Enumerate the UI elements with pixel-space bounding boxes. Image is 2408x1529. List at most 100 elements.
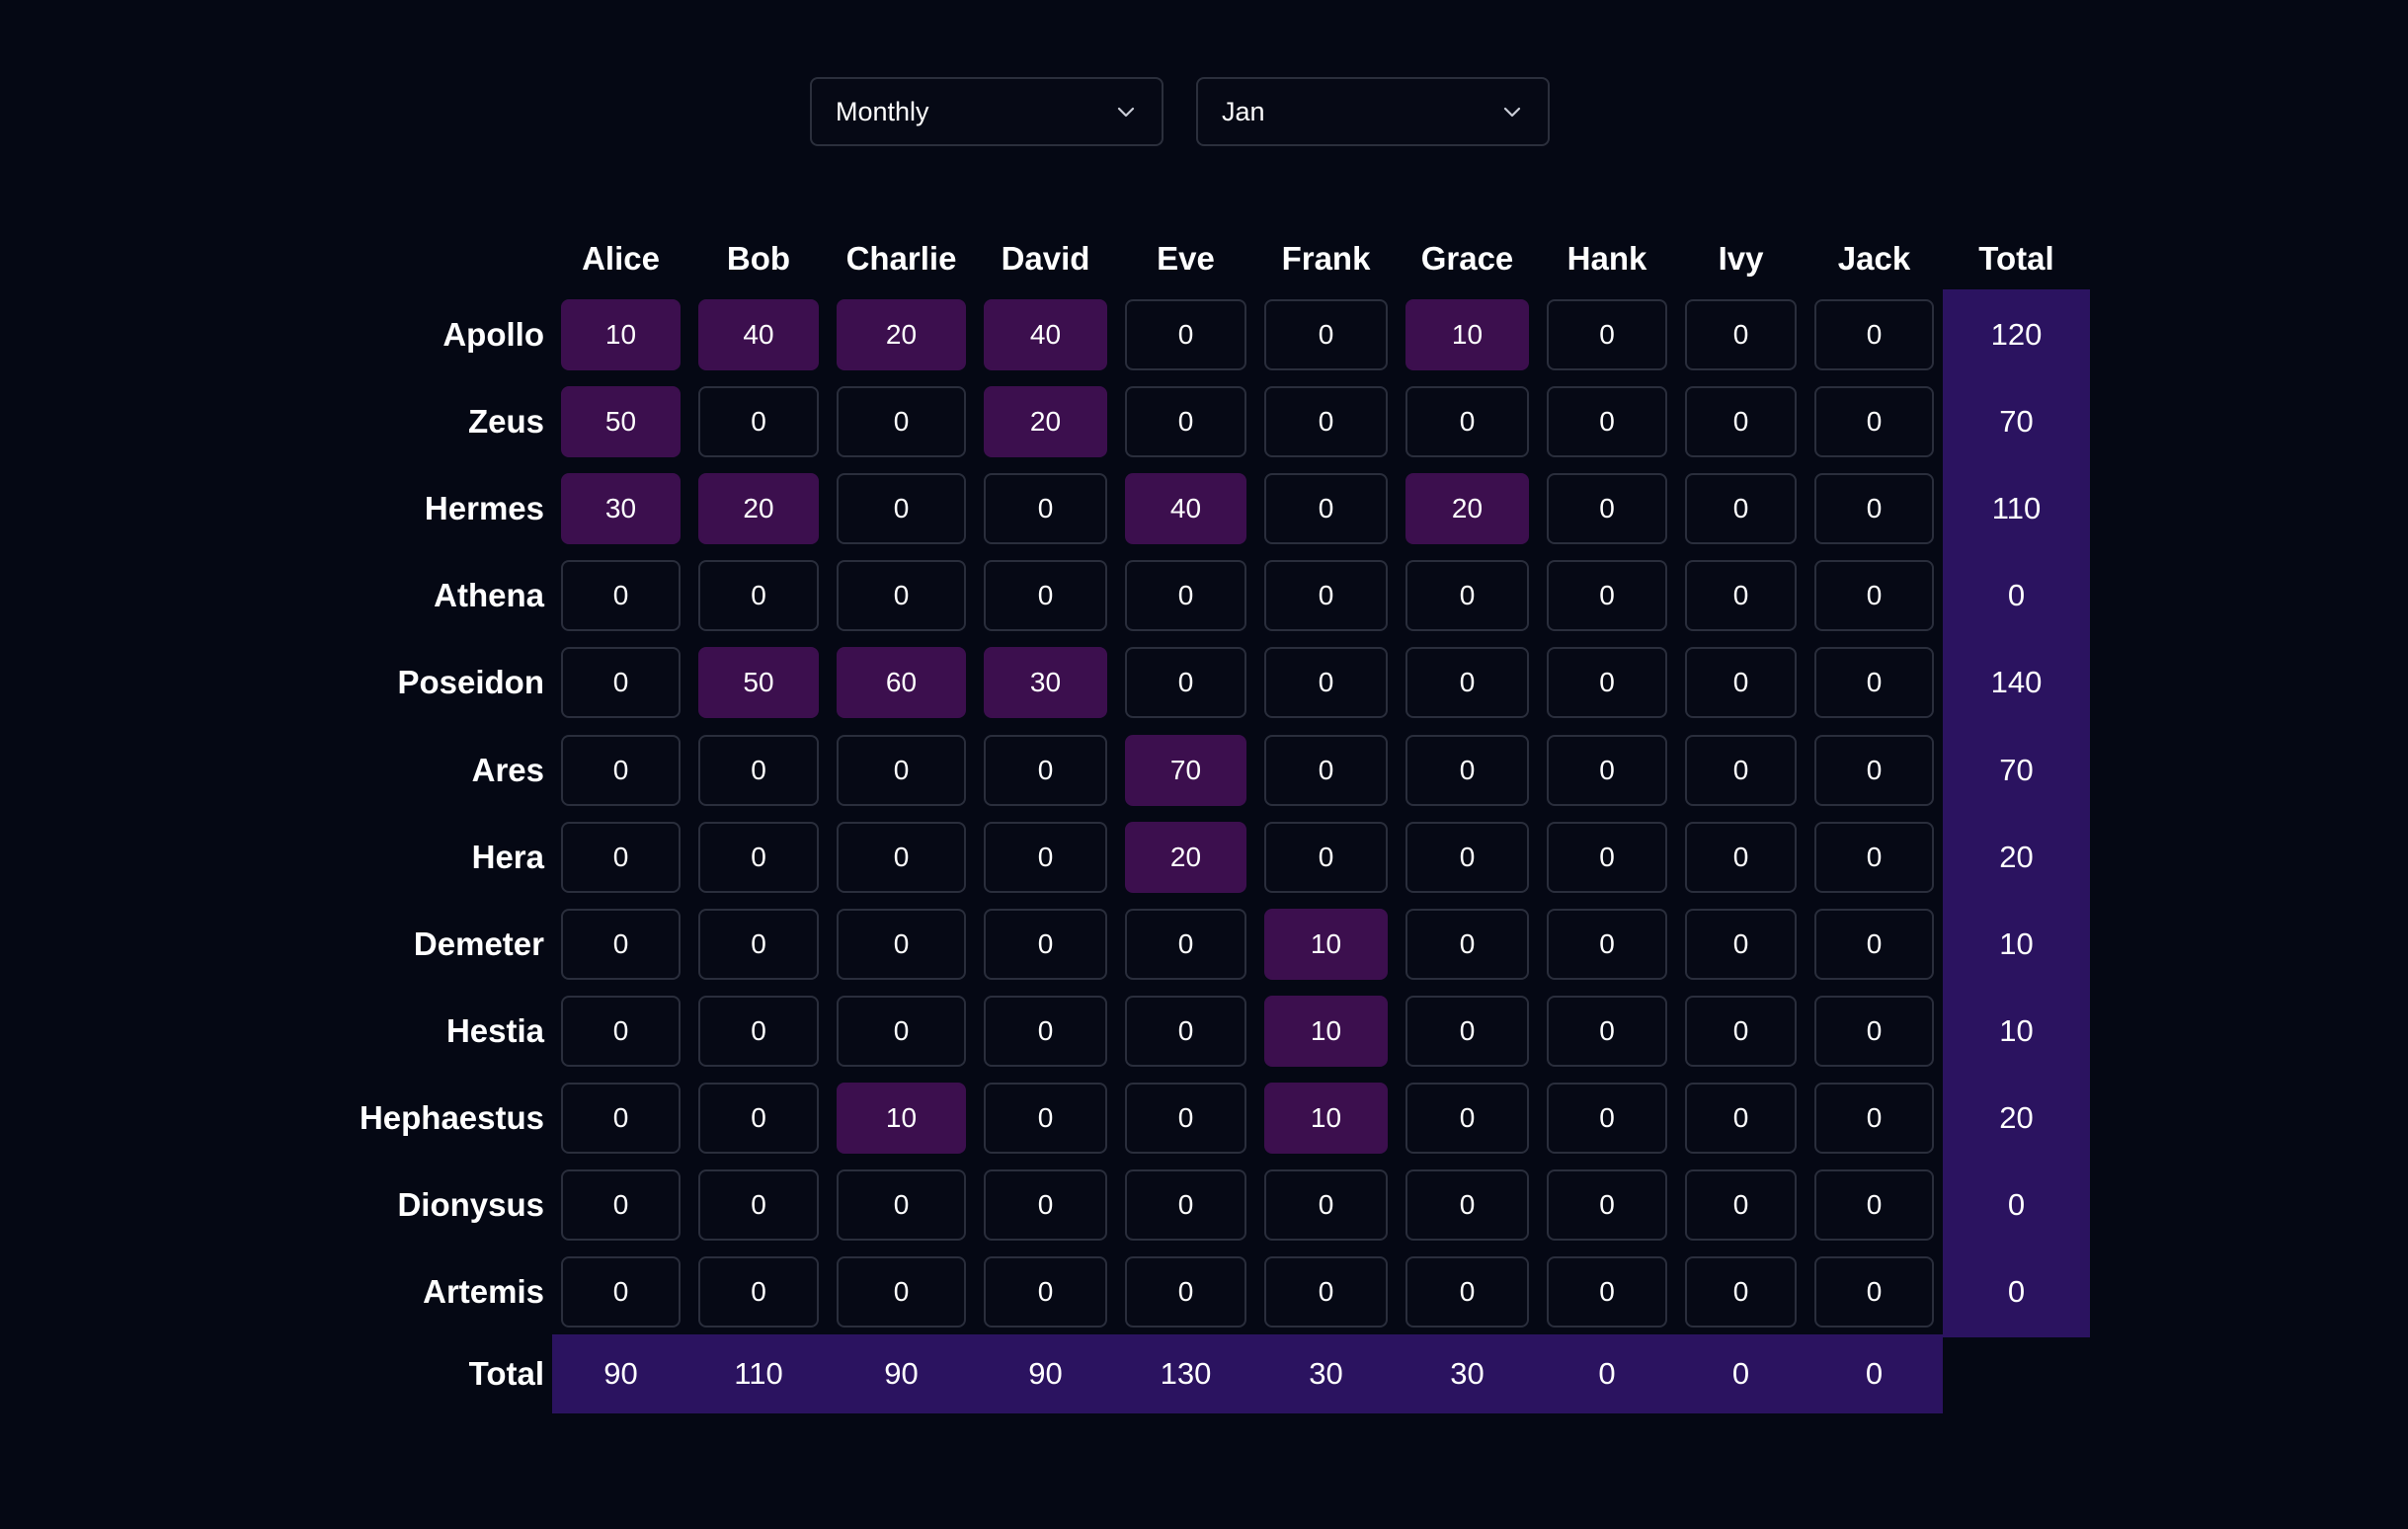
matrix-cell[interactable]: 0 [1814,1082,1934,1154]
matrix-cell[interactable]: 0 [837,1256,966,1328]
matrix-cell[interactable]: 0 [1814,734,1934,806]
matrix-cell[interactable]: 0 [1264,647,1388,719]
matrix-cell[interactable]: 50 [698,647,819,719]
matrix-cell[interactable]: 0 [1547,386,1667,458]
matrix-cell[interactable]: 0 [1547,473,1667,545]
matrix-cell[interactable]: 0 [1125,1169,1246,1241]
matrix-cell[interactable]: 20 [837,299,966,370]
matrix-cell[interactable]: 0 [1685,647,1797,719]
matrix-cell[interactable]: 0 [1125,386,1246,458]
matrix-cell[interactable]: 20 [698,473,819,545]
matrix-cell[interactable]: 0 [1685,734,1797,806]
matrix-cell[interactable]: 0 [837,560,966,632]
matrix-cell[interactable]: 10 [1264,995,1388,1067]
matrix-cell[interactable]: 0 [1685,386,1797,458]
matrix-cell[interactable]: 20 [984,386,1107,458]
matrix-cell[interactable]: 0 [1547,1169,1667,1241]
matrix-cell[interactable]: 0 [1264,299,1388,370]
matrix-cell[interactable]: 0 [561,908,681,980]
matrix-cell[interactable]: 0 [1405,821,1529,893]
matrix-cell[interactable]: 0 [698,386,819,458]
matrix-cell[interactable]: 0 [1125,647,1246,719]
matrix-cell[interactable]: 0 [1814,473,1934,545]
matrix-cell[interactable]: 0 [561,821,681,893]
matrix-cell[interactable]: 0 [1814,560,1934,632]
matrix-cell[interactable]: 0 [1264,386,1388,458]
matrix-cell[interactable]: 0 [1405,1256,1529,1328]
matrix-cell[interactable]: 0 [1814,908,1934,980]
matrix-cell[interactable]: 0 [1405,1169,1529,1241]
matrix-cell[interactable]: 0 [1814,299,1934,370]
matrix-cell[interactable]: 0 [561,1256,681,1328]
matrix-cell[interactable]: 0 [1814,1256,1934,1328]
matrix-cell[interactable]: 0 [698,734,819,806]
matrix-cell[interactable]: 40 [984,299,1107,370]
matrix-cell[interactable]: 0 [1405,1082,1529,1154]
matrix-cell[interactable]: 0 [837,908,966,980]
matrix-cell[interactable]: 0 [984,995,1107,1067]
matrix-cell[interactable]: 0 [1405,647,1529,719]
matrix-cell[interactable]: 0 [1685,560,1797,632]
matrix-cell[interactable]: 0 [1685,1082,1797,1154]
matrix-cell[interactable]: 0 [984,473,1107,545]
matrix-cell[interactable]: 0 [1547,734,1667,806]
matrix-cell[interactable]: 0 [561,995,681,1067]
matrix-cell[interactable]: 40 [698,299,819,370]
matrix-cell[interactable]: 50 [561,386,681,458]
matrix-cell[interactable]: 10 [561,299,681,370]
matrix-cell[interactable]: 0 [837,1169,966,1241]
matrix-cell[interactable]: 0 [561,647,681,719]
matrix-cell[interactable]: 0 [984,734,1107,806]
matrix-cell[interactable]: 0 [984,1256,1107,1328]
matrix-cell[interactable]: 0 [561,1082,681,1154]
matrix-cell[interactable]: 0 [1814,821,1934,893]
matrix-cell[interactable]: 0 [561,560,681,632]
matrix-cell[interactable]: 0 [837,995,966,1067]
matrix-cell[interactable]: 0 [1405,908,1529,980]
matrix-cell[interactable]: 0 [1264,1256,1388,1328]
matrix-cell[interactable]: 0 [1685,908,1797,980]
matrix-cell[interactable]: 0 [837,821,966,893]
matrix-cell[interactable]: 0 [1125,1082,1246,1154]
matrix-cell[interactable]: 0 [984,821,1107,893]
matrix-cell[interactable]: 20 [1405,473,1529,545]
matrix-cell[interactable]: 0 [698,1082,819,1154]
matrix-cell[interactable]: 0 [1685,299,1797,370]
matrix-cell[interactable]: 0 [1814,995,1934,1067]
matrix-cell[interactable]: 0 [1547,1082,1667,1154]
matrix-cell[interactable]: 0 [698,995,819,1067]
matrix-cell[interactable]: 0 [1547,299,1667,370]
matrix-cell[interactable]: 60 [837,647,966,719]
matrix-cell[interactable]: 0 [837,734,966,806]
matrix-cell[interactable]: 0 [1685,995,1797,1067]
matrix-cell[interactable]: 20 [1125,821,1246,893]
matrix-cell[interactable]: 30 [984,647,1107,719]
matrix-cell[interactable]: 10 [837,1082,966,1154]
matrix-cell[interactable]: 0 [1547,560,1667,632]
matrix-cell[interactable]: 0 [984,1169,1107,1241]
matrix-cell[interactable]: 0 [1125,560,1246,632]
matrix-cell[interactable]: 0 [1547,821,1667,893]
matrix-cell[interactable]: 0 [1264,1169,1388,1241]
matrix-cell[interactable]: 0 [1814,386,1934,458]
matrix-cell[interactable]: 0 [1685,473,1797,545]
matrix-cell[interactable]: 0 [1405,734,1529,806]
matrix-cell[interactable]: 70 [1125,734,1246,806]
matrix-cell[interactable]: 10 [1264,908,1388,980]
matrix-cell[interactable]: 10 [1405,299,1529,370]
matrix-cell[interactable]: 0 [984,908,1107,980]
matrix-cell[interactable]: 0 [984,1082,1107,1154]
matrix-cell[interactable]: 0 [1547,995,1667,1067]
matrix-cell[interactable]: 40 [1125,473,1246,545]
matrix-cell[interactable]: 0 [1814,1169,1934,1241]
matrix-cell[interactable]: 0 [837,473,966,545]
matrix-cell[interactable]: 0 [1125,995,1246,1067]
matrix-cell[interactable]: 0 [1685,821,1797,893]
matrix-cell[interactable]: 0 [1264,734,1388,806]
matrix-cell[interactable]: 10 [1264,1082,1388,1154]
matrix-cell[interactable]: 0 [561,1169,681,1241]
matrix-cell[interactable]: 30 [561,473,681,545]
matrix-cell[interactable]: 0 [1685,1256,1797,1328]
matrix-cell[interactable]: 0 [698,1256,819,1328]
matrix-cell[interactable]: 0 [1685,1169,1797,1241]
